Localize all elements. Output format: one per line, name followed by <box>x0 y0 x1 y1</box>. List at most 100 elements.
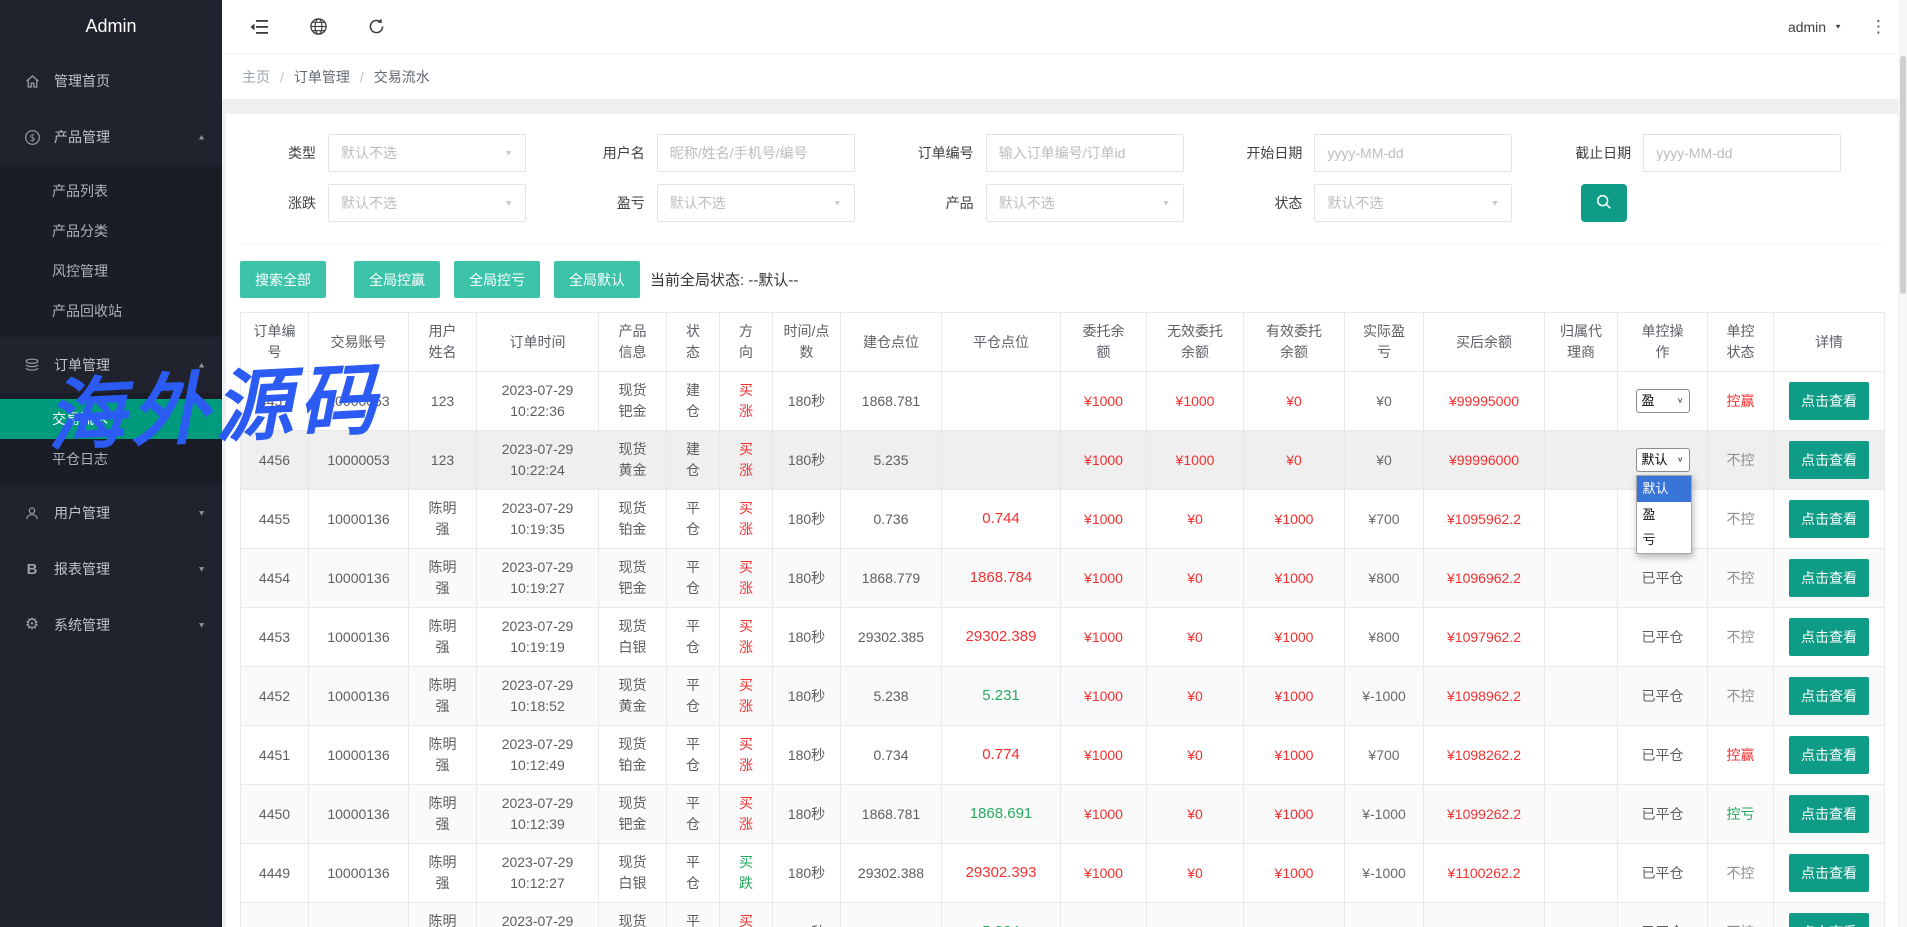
search-all-button[interactable]: 搜索全部 <box>240 261 326 298</box>
sidebar-item-product-list[interactable]: 产品列表 <box>0 171 222 211</box>
globe-icon[interactable] <box>308 17 328 37</box>
view-detail-button[interactable]: 点击查看 <box>1789 618 1869 656</box>
cell-account: 10000136 <box>327 804 389 825</box>
content: 类型 默认不选 ▼ 用户名 订单编号 <box>222 99 1907 927</box>
cell-invalid-entrust: ¥0 <box>1187 568 1203 589</box>
filter-label-start-date: 开始日期 <box>1226 143 1314 163</box>
cell-open-point: 5.241 <box>873 922 908 927</box>
admin-user-menu[interactable]: admin ▼ <box>1788 19 1842 35</box>
cell-product: 现货黄金 <box>616 439 650 481</box>
cell-status: 建仓 <box>685 380 702 422</box>
sidebar-item-product-recycle[interactable]: 产品回收站 <box>0 291 222 331</box>
view-detail-button[interactable]: 点击查看 <box>1789 736 1869 774</box>
table-row: 4454 10000136 陈明强 2023-07-29 10:19:27 现货… <box>241 549 1885 608</box>
breadcrumb-home[interactable]: 主页 <box>242 67 270 87</box>
sidebar-item-label: 报表管理 <box>54 559 110 579</box>
sidebar-item-products[interactable]: $ 产品管理 ▲ <box>0 109 222 165</box>
view-detail-button[interactable]: 点击查看 <box>1789 854 1869 892</box>
cell-duration: 180秒 <box>788 568 825 589</box>
chevron-down-icon: ▼ <box>197 565 206 574</box>
cell-order-time: 2023-07-29 10:22:24 <box>483 439 592 481</box>
breadcrumb-order-mgmt[interactable]: 订单管理 <box>294 67 350 87</box>
cell-actual-pnl: ¥-1000 <box>1362 863 1406 884</box>
chevron-down-icon: ∨ <box>1677 455 1684 466</box>
view-detail-button[interactable]: 点击查看 <box>1789 913 1869 927</box>
view-detail-button[interactable]: 点击查看 <box>1789 559 1869 597</box>
global-lose-button[interactable]: 全局控亏 <box>454 261 540 298</box>
search-icon <box>1595 193 1613 214</box>
cell-control-status: 不控 <box>1727 627 1755 648</box>
view-detail-button[interactable]: 点击查看 <box>1789 382 1869 420</box>
view-detail-button[interactable]: 点击查看 <box>1789 441 1869 479</box>
home-icon <box>22 73 42 90</box>
cell-control-status: 不控 <box>1727 686 1755 707</box>
view-detail-button[interactable]: 点击查看 <box>1789 500 1869 538</box>
product-select[interactable]: 默认不选 ▼ <box>986 184 1184 222</box>
more-options-icon[interactable]: ⋮ <box>1870 17 1887 37</box>
cell-product: 现货铂金 <box>616 734 650 776</box>
dropdown-option-win[interactable]: 盈 <box>1637 502 1691 528</box>
col-entrust: 委托余额 <box>1081 321 1126 363</box>
breadcrumb-current: 交易流水 <box>374 67 430 87</box>
cell-username: 陈明强 <box>426 557 460 599</box>
sidebar-item-close-log[interactable]: 平仓日志 <box>0 439 222 479</box>
single-control-select[interactable]: 盈 ∨ <box>1636 389 1690 413</box>
global-default-button[interactable]: 全局默认 <box>554 261 640 298</box>
sidebar-item-dashboard[interactable]: 管理首页 <box>0 53 222 109</box>
sidebar-item-trade-flow[interactable]: 交易流水 <box>0 399 222 439</box>
col-order-time: 订单时间 <box>510 332 566 353</box>
sidebar-item-product-category[interactable]: 产品分类 <box>0 211 222 251</box>
table-row: 4457 10000053 123 2023-07-29 10:22:36 现货… <box>241 372 1885 431</box>
cell-valid-entrust: ¥0 <box>1286 450 1302 471</box>
dropdown-option-lose[interactable]: 亏 <box>1637 527 1691 553</box>
search-button[interactable] <box>1581 184 1627 222</box>
cell-status: 平仓 <box>685 852 702 894</box>
sidebar-item-reports[interactable]: B 报表管理 ▼ <box>0 541 222 597</box>
col-account: 交易账号 <box>331 332 387 353</box>
cell-after-balance: ¥99996000 <box>1449 450 1519 471</box>
cell-product: 现货白银 <box>616 616 650 658</box>
order-no-input[interactable] <box>986 134 1184 172</box>
username-input[interactable] <box>657 134 855 172</box>
refresh-icon[interactable] <box>366 17 386 37</box>
cell-open-point: 1868.781 <box>862 804 920 825</box>
cell-actual-pnl: ¥700 <box>1368 745 1399 766</box>
cell-control-op: 已平仓 <box>1642 804 1684 825</box>
updown-select[interactable]: 默认不选 ▼ <box>328 184 526 222</box>
cell-control-status: 不控 <box>1727 922 1755 927</box>
single-control-select-open[interactable]: 默认 ∨ 默认 盈 亏 <box>1636 448 1690 472</box>
dollar-circle-icon: $ <box>22 129 42 146</box>
single-control-dropdown: 默认 盈 亏 <box>1636 475 1692 554</box>
cell-actual-pnl: ¥800 <box>1368 568 1399 589</box>
type-select[interactable]: 默认不选 ▼ <box>328 134 526 172</box>
start-date-input[interactable] <box>1314 134 1512 172</box>
cell-invalid-entrust: ¥0 <box>1187 804 1203 825</box>
view-detail-button[interactable]: 点击查看 <box>1789 677 1869 715</box>
cell-account: 10000136 <box>327 863 389 884</box>
end-date-input[interactable] <box>1643 134 1841 172</box>
status-select[interactable]: 默认不选 ▼ <box>1314 184 1512 222</box>
sidebar-item-risk-control[interactable]: 风控管理 <box>0 251 222 291</box>
dropdown-option-default[interactable]: 默认 <box>1637 476 1691 502</box>
cell-valid-entrust: ¥1000 <box>1275 863 1314 884</box>
cell-order-id: 4449 <box>259 863 290 884</box>
global-win-button[interactable]: 全局控赢 <box>354 261 440 298</box>
cell-control-status: 不控 <box>1727 863 1755 884</box>
pnl-select[interactable]: 默认不选 ▼ <box>657 184 855 222</box>
sidebar-item-orders[interactable]: 订单管理 ▲ <box>0 337 222 393</box>
cell-product: 现货白银 <box>616 852 650 894</box>
cell-duration: 180秒 <box>788 745 825 766</box>
cell-after-balance: ¥1100262.2 <box>1448 863 1521 884</box>
cell-actual-pnl: ¥-1000 <box>1362 922 1406 927</box>
cell-open-point: 1868.781 <box>862 391 920 412</box>
cell-duration: 180秒 <box>788 627 825 648</box>
cell-order-time: 2023-07-29 10:19:19 <box>483 616 592 658</box>
scrollbar-thumb[interactable] <box>1900 56 1906 294</box>
view-detail-button[interactable]: 点击查看 <box>1789 795 1869 833</box>
cell-order-time: 2023-07-29 10:18:52 <box>483 675 592 717</box>
cell-order-time: 2023-07-29 10:22:36 <box>483 380 592 422</box>
sidebar-item-system[interactable]: ⚙ 系统管理 ▼ <box>0 597 222 653</box>
collapse-sidebar-icon[interactable] <box>250 17 270 37</box>
sidebar-item-users[interactable]: 用户管理 ▼ <box>0 485 222 541</box>
cell-actual-pnl: ¥0 <box>1376 391 1392 412</box>
